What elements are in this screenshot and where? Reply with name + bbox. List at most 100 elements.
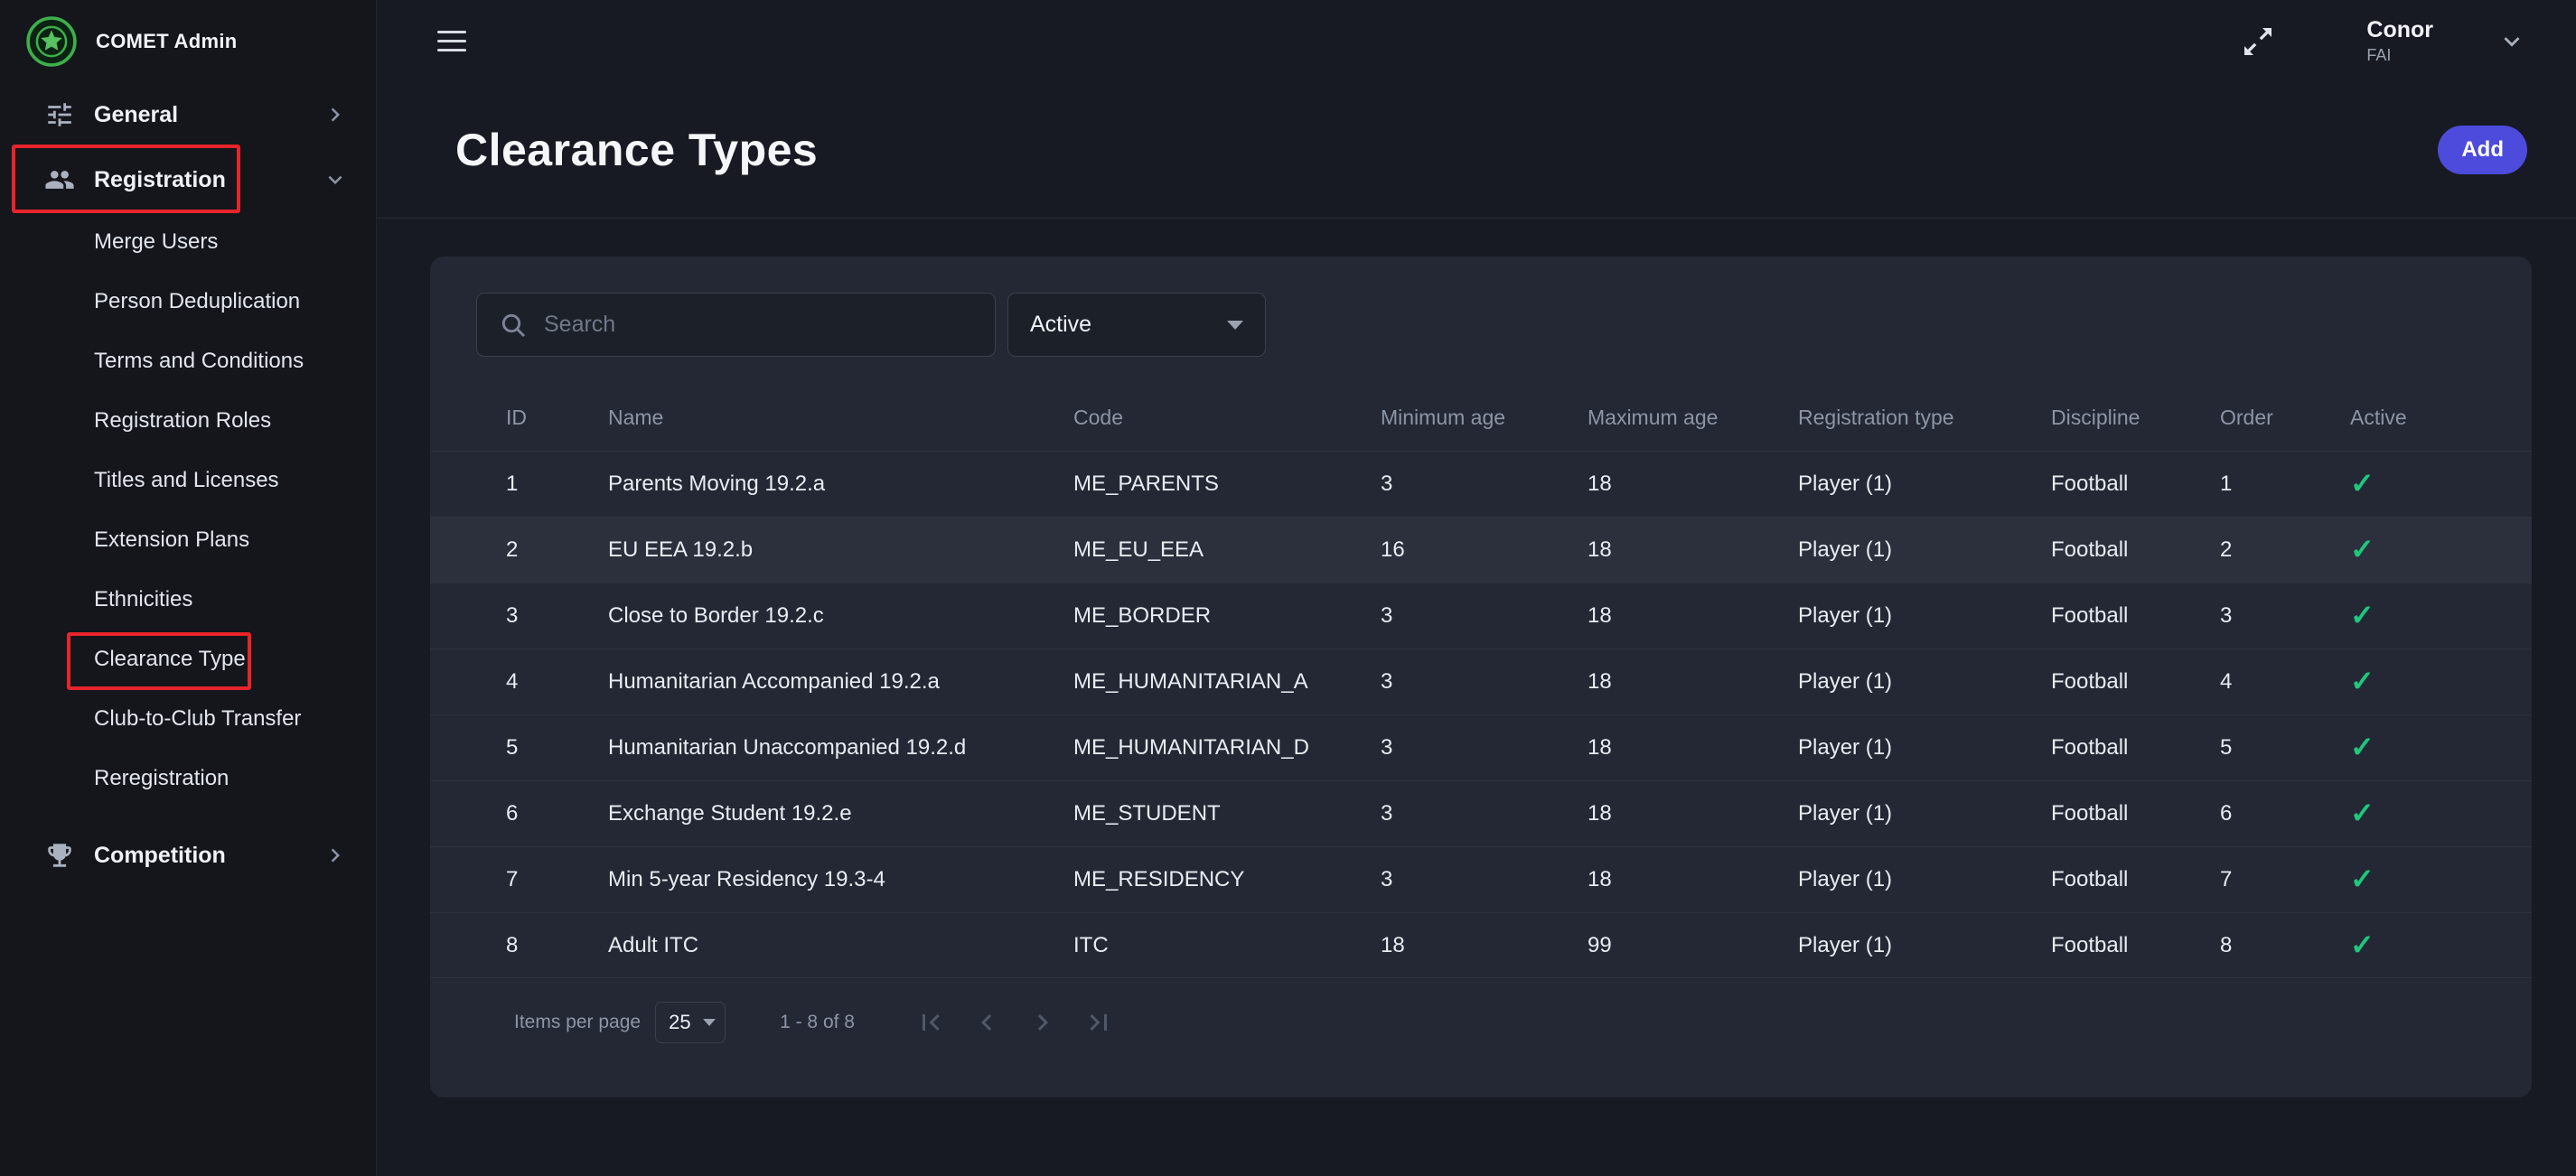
page-range-label: 1 - 8 of 8 [780, 1012, 855, 1033]
active-check-icon: ✓ [2350, 798, 2375, 829]
cell-code: ME_STUDENT [1073, 801, 1381, 826]
table-row[interactable]: 5Humanitarian Unaccompanied 19.2.dME_HUM… [430, 714, 2532, 780]
cell-order: 1 [2220, 471, 2350, 497]
cell-registration-type: Player (1) [1798, 471, 2051, 497]
group-icon [44, 164, 75, 195]
cell-registration-type: Player (1) [1798, 669, 2051, 695]
cell-id: 3 [506, 603, 608, 629]
cell-minimum-age: 18 [1381, 933, 1588, 958]
topbar: Conor FAI [377, 0, 2576, 82]
previous-page-button[interactable] [970, 1006, 1003, 1039]
cell-id: 5 [506, 735, 608, 761]
sidebar-item-label: Registration [94, 167, 226, 193]
cell-id: 1 [506, 471, 608, 497]
comet-logo-icon [26, 16, 77, 67]
items-per-page-label: Items per page [514, 1012, 641, 1033]
cell-minimum-age: 16 [1381, 537, 1588, 563]
table-header-row: ID Name Code Minimum age Maximum age Reg… [430, 384, 2532, 451]
table-row[interactable]: 8Adult ITCITC1899Player (1)Football8✓ [430, 912, 2532, 978]
search-input[interactable] [544, 312, 977, 338]
dropdown-caret-icon [703, 1019, 716, 1026]
cell-order: 2 [2220, 537, 2350, 563]
table-row[interactable]: 7Min 5-year Residency 19.3-4ME_RESIDENCY… [430, 846, 2532, 912]
status-filter-value: Active [1030, 312, 1091, 338]
sidebar-item-registration-roles[interactable]: Registration Roles [0, 391, 376, 451]
add-button[interactable]: Add [2438, 126, 2527, 174]
sidebar-item-clearance-type[interactable]: Clearance Type [0, 630, 376, 689]
page-size-select[interactable]: 25 [655, 1002, 726, 1043]
cell-maximum-age: 99 [1588, 933, 1798, 958]
sidebar-item-label: Competition [94, 843, 226, 869]
sidebar-item-club-to-club-transfer[interactable]: Club-to-Club Transfer [0, 689, 376, 749]
cell-code: ME_RESIDENCY [1073, 867, 1381, 892]
sidebar-item-competition[interactable]: Competition [0, 823, 376, 888]
paginator-nav [914, 1006, 1115, 1039]
cell-discipline: Football [2051, 867, 2220, 892]
sidebar-nav: General Registration Merge UsersPerson D… [0, 82, 376, 888]
column-header-order: Order [2220, 406, 2350, 430]
sidebar: COMET Admin General Registration Merge U… [0, 0, 377, 1176]
cell-name: Parents Moving 19.2.a [608, 471, 1073, 497]
cell-active: ✓ [2350, 601, 2489, 631]
sidebar-item-registration[interactable]: Registration [0, 147, 376, 212]
table-row[interactable]: 1Parents Moving 19.2.aME_PARENTS318Playe… [430, 451, 2532, 517]
sidebar-item-titles-and-licenses[interactable]: Titles and Licenses [0, 451, 376, 510]
cell-registration-type: Player (1) [1798, 735, 2051, 761]
sidebar-header: COMET Admin [0, 0, 376, 82]
chevron-down-icon [322, 166, 349, 193]
sidebar-item-extension-plans[interactable]: Extension Plans [0, 510, 376, 570]
chevron-down-icon[interactable] [2496, 26, 2527, 57]
cell-maximum-age: 18 [1588, 867, 1798, 892]
cell-registration-type: Player (1) [1798, 801, 2051, 826]
sidebar-item-person-deduplication[interactable]: Person Deduplication [0, 272, 376, 331]
table-row[interactable]: 3Close to Border 19.2.cME_BORDER318Playe… [430, 583, 2532, 649]
active-check-icon: ✓ [2350, 469, 2375, 499]
sidebar-subnav: Merge UsersPerson DeduplicationTerms and… [0, 212, 376, 808]
page-title: Clearance Types [455, 124, 818, 176]
main-content: Conor FAI Clearance Types Add Active [377, 0, 2576, 1176]
last-page-button[interactable] [1082, 1006, 1115, 1039]
table-row[interactable]: 6Exchange Student 19.2.eME_STUDENT318Pla… [430, 780, 2532, 846]
next-page-button[interactable] [1026, 1006, 1059, 1039]
table-body: 1Parents Moving 19.2.aME_PARENTS318Playe… [430, 451, 2532, 978]
page-size-value: 25 [669, 1011, 690, 1034]
cell-id: 4 [506, 669, 608, 695]
cell-name: Close to Border 19.2.c [608, 603, 1073, 629]
table-row[interactable]: 4Humanitarian Accompanied 19.2.aME_HUMAN… [430, 649, 2532, 714]
cell-order: 7 [2220, 867, 2350, 892]
cell-registration-type: Player (1) [1798, 933, 2051, 958]
cell-maximum-age: 18 [1588, 669, 1798, 695]
cell-active: ✓ [2350, 733, 2489, 763]
sidebar-item-general[interactable]: General [0, 82, 376, 147]
sidebar-item-reregistration[interactable]: Reregistration [0, 749, 376, 808]
cell-code: ME_EU_EEA [1073, 537, 1381, 563]
cell-active: ✓ [2350, 798, 2489, 829]
user-menu[interactable]: Conor FAI [2366, 17, 2433, 64]
active-check-icon: ✓ [2350, 535, 2375, 565]
cell-discipline: Football [2051, 669, 2220, 695]
column-header-active: Active [2350, 406, 2489, 430]
user-name: Conor [2366, 17, 2433, 43]
cell-id: 2 [506, 537, 608, 563]
status-filter-select[interactable]: Active [1007, 293, 1266, 357]
cell-order: 6 [2220, 801, 2350, 826]
cell-minimum-age: 3 [1381, 669, 1588, 695]
cell-minimum-age: 3 [1381, 735, 1588, 761]
cell-discipline: Football [2051, 933, 2220, 958]
sidebar-item-ethnicities[interactable]: Ethnicities [0, 570, 376, 630]
cell-active: ✓ [2350, 930, 2489, 961]
first-page-button[interactable] [914, 1006, 947, 1039]
menu-toggle-icon[interactable] [437, 31, 466, 51]
table-row[interactable]: 2EU EEA 19.2.bME_EU_EEA1618Player (1)Foo… [430, 517, 2532, 583]
cell-minimum-age: 3 [1381, 867, 1588, 892]
dropdown-caret-icon [1227, 321, 1243, 330]
column-header-maximum-age: Maximum age [1588, 406, 1798, 430]
column-header-registration-type: Registration type [1798, 406, 2051, 430]
sidebar-item-merge-users[interactable]: Merge Users [0, 212, 376, 272]
cell-discipline: Football [2051, 471, 2220, 497]
sidebar-item-terms-and-conditions[interactable]: Terms and Conditions [0, 331, 376, 391]
fullscreen-icon[interactable] [2240, 23, 2276, 60]
tune-icon [44, 99, 75, 130]
cell-maximum-age: 18 [1588, 801, 1798, 826]
active-check-icon: ✓ [2350, 601, 2375, 631]
